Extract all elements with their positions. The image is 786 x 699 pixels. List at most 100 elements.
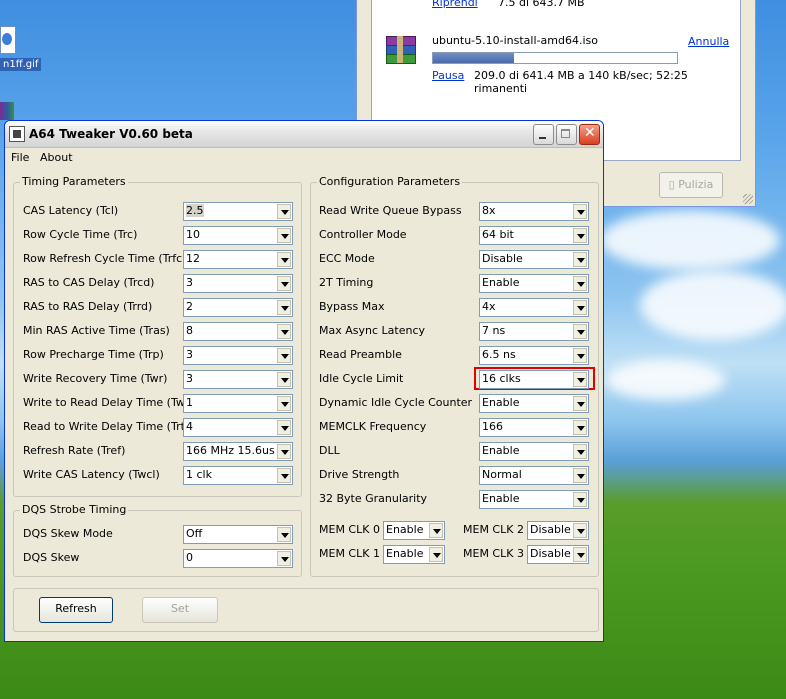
combo-value: 6.5 ns: [482, 348, 516, 361]
combo-value: 0: [186, 551, 193, 564]
chevron-down-icon[interactable]: [277, 396, 291, 411]
resize-grip-icon[interactable]: [743, 194, 753, 204]
label-row-cycle-time-trc: Row Cycle Time (Trc): [23, 228, 138, 241]
label-dqs-skew: DQS Skew: [23, 551, 80, 564]
chevron-down-icon[interactable]: [277, 300, 291, 315]
select-refresh-rate-tref[interactable]: 166 MHz 15.6us: [183, 442, 293, 461]
chevron-down-icon[interactable]: [573, 228, 587, 243]
wallpaper-cloud: [640, 270, 786, 340]
chevron-down-icon[interactable]: [573, 492, 587, 507]
cleanup-button[interactable]: ▯ Pulizia: [659, 172, 723, 198]
chevron-down-icon[interactable]: [277, 420, 291, 435]
chevron-down-icon[interactable]: [277, 228, 291, 243]
combo-value: Enable: [482, 276, 520, 289]
pause-link[interactable]: Pausa: [432, 69, 464, 82]
title-bar[interactable]: A64 Tweaker V0.60 beta ✕: [5, 121, 603, 148]
chevron-down-icon[interactable]: [573, 324, 587, 339]
select-read-preamble[interactable]: 6.5 ns: [479, 346, 589, 365]
combo-value: 8x: [482, 204, 496, 217]
chevron-down-icon[interactable]: [573, 420, 587, 435]
select-dqs-skew-mode[interactable]: Off: [183, 525, 293, 544]
select-write-to-read-delay-time-twtr[interactable]: 1: [183, 394, 293, 413]
select-dll[interactable]: Enable: [479, 442, 589, 461]
select-drive-strength[interactable]: Normal: [479, 466, 589, 485]
select-row-cycle-time-trc[interactable]: 10: [183, 226, 293, 245]
chevron-down-icon[interactable]: [573, 276, 587, 291]
chevron-down-icon[interactable]: [573, 372, 587, 387]
cancel-download-link[interactable]: Annulla: [688, 35, 729, 48]
select-idle-cycle-limit[interactable]: 16 clks: [479, 370, 589, 389]
close-icon: ✕: [584, 125, 596, 141]
menu-file[interactable]: File: [11, 151, 29, 164]
maximize-button[interactable]: [556, 124, 577, 145]
select-row-precharge-time-trp[interactable]: 3: [183, 346, 293, 365]
select-min-ras-active-time-tras[interactable]: 8: [183, 322, 293, 341]
label-dll: DLL: [319, 444, 340, 457]
select-cas-latency-tcl[interactable]: 2.5: [183, 202, 293, 221]
combo-value: 16 clks: [482, 372, 521, 385]
select-32-byte-granularity[interactable]: Enable: [479, 490, 589, 509]
close-button[interactable]: ✕: [579, 124, 600, 145]
select-dynamic-idle-cycle-counter[interactable]: Enable: [479, 394, 589, 413]
chevron-down-icon[interactable]: [277, 252, 291, 267]
combo-value: Enable: [386, 547, 424, 560]
select-write-recovery-time-twr[interactable]: 3: [183, 370, 293, 389]
select-mem-clk-0[interactable]: Enable: [383, 521, 445, 540]
combo-value: Disable: [530, 547, 571, 560]
label-bypass-max: Bypass Max: [319, 300, 385, 313]
select-ras-to-cas-delay-trcd[interactable]: 3: [183, 274, 293, 293]
label-write-recovery-time-twr: Write Recovery Time (Twr): [23, 372, 168, 385]
select-memclk-frequency[interactable]: 166: [479, 418, 589, 437]
label-mem-clk-3: MEM CLK 3: [463, 547, 524, 560]
select-mem-clk-2[interactable]: Disable: [527, 521, 589, 540]
chevron-down-icon[interactable]: [573, 523, 587, 538]
chevron-down-icon[interactable]: [573, 468, 587, 483]
gif-file-icon: [0, 26, 16, 54]
chevron-down-icon[interactable]: [277, 372, 291, 387]
chevron-down-icon[interactable]: [573, 348, 587, 363]
combo-value: 2.5: [186, 204, 204, 217]
chevron-down-icon[interactable]: [277, 551, 291, 566]
select-dqs-skew[interactable]: 0: [183, 549, 293, 568]
refresh-button[interactable]: Refresh: [39, 597, 113, 623]
chevron-down-icon[interactable]: [573, 444, 587, 459]
chevron-down-icon[interactable]: [573, 204, 587, 219]
chevron-down-icon[interactable]: [277, 324, 291, 339]
select-2t-timing[interactable]: Enable: [479, 274, 589, 293]
menu-about[interactable]: About: [40, 151, 73, 164]
select-bypass-max[interactable]: 4x: [479, 298, 589, 317]
combo-value: Disable: [530, 523, 571, 536]
label-write-to-read-delay-time-twtr: Write to Read Delay Time (Twtr): [23, 396, 198, 409]
chevron-down-icon[interactable]: [277, 204, 291, 219]
chevron-down-icon[interactable]: [429, 523, 443, 538]
select-row-refresh-cycle-time-trfc[interactable]: 12: [183, 250, 293, 269]
chevron-down-icon[interactable]: [277, 527, 291, 542]
chevron-down-icon[interactable]: [277, 276, 291, 291]
desktop-icon-rar[interactable]: [0, 102, 14, 120]
chevron-down-icon[interactable]: [429, 547, 443, 562]
minimize-button[interactable]: [533, 124, 554, 145]
chevron-down-icon[interactable]: [573, 547, 587, 562]
select-write-cas-latency-twcl[interactable]: 1 clk: [183, 466, 293, 485]
combo-value: Enable: [482, 444, 520, 457]
chevron-down-icon[interactable]: [573, 252, 587, 267]
label-dqs-skew-mode: DQS Skew Mode: [23, 527, 113, 540]
select-read-to-write-delay-time-trtw[interactable]: 4: [183, 418, 293, 437]
top-progress-text: 7.5 di 643.7 MB: [498, 0, 585, 9]
select-controller-mode[interactable]: 64 bit: [479, 226, 589, 245]
select-ecc-mode[interactable]: Disable: [479, 250, 589, 269]
combo-value: 3: [186, 348, 193, 361]
chevron-down-icon[interactable]: [573, 396, 587, 411]
resume-link[interactable]: Riprendi: [432, 0, 478, 9]
chevron-down-icon[interactable]: [277, 348, 291, 363]
set-button[interactable]: Set: [142, 597, 218, 623]
select-mem-clk-3[interactable]: Disable: [527, 545, 589, 564]
chevron-down-icon[interactable]: [573, 300, 587, 315]
select-mem-clk-1[interactable]: Enable: [383, 545, 445, 564]
chevron-down-icon[interactable]: [277, 468, 291, 483]
select-ras-to-ras-delay-trrd[interactable]: 2: [183, 298, 293, 317]
chevron-down-icon[interactable]: [277, 444, 291, 459]
desktop-icon-gif[interactable]: n1ff.gif: [0, 20, 42, 95]
select-read-write-queue-bypass[interactable]: 8x: [479, 202, 589, 221]
select-max-async-latency[interactable]: 7 ns: [479, 322, 589, 341]
